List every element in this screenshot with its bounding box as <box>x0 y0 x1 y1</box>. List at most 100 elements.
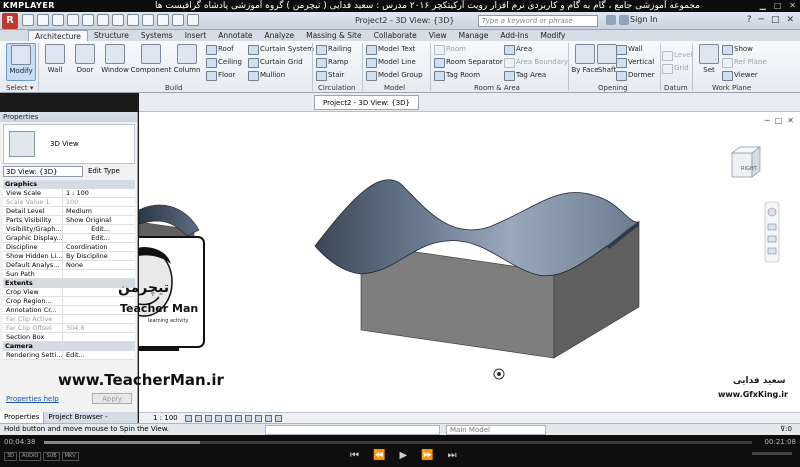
thin-lines-icon[interactable] <box>157 14 169 26</box>
dormer-button[interactable]: Dormer <box>616 69 654 81</box>
revit-close-button[interactable]: ✕ <box>786 15 794 25</box>
prop-row[interactable]: Sun Path <box>3 270 135 279</box>
model-canvas[interactable] <box>78 112 800 412</box>
workset-dropdown[interactable] <box>265 425 440 435</box>
ceiling-button[interactable]: Ceiling <box>206 56 242 68</box>
view-tab[interactable]: Project2 - 3D View: {3D} <box>314 95 420 110</box>
tab-collaborate[interactable]: Collaborate <box>368 30 423 41</box>
room-separator-button[interactable]: Room Separator <box>434 56 503 68</box>
room-button[interactable]: Room <box>434 43 466 55</box>
section-camera[interactable]: Camera <box>3 342 135 351</box>
select-dropdown[interactable]: Select ▾ <box>6 84 33 93</box>
prop-row[interactable]: Crop View <box>3 288 135 297</box>
viewport-close[interactable]: ✕ <box>787 116 794 125</box>
roof-button[interactable]: Roof <box>206 43 234 55</box>
area-boundary-button[interactable]: Area Boundary <box>504 56 568 68</box>
viewer-button[interactable]: Viewer <box>722 69 758 81</box>
tab-analyze[interactable]: Analyze <box>259 30 301 41</box>
edit-type-button[interactable]: Edit Type <box>88 166 120 177</box>
volume-slider[interactable] <box>752 452 792 455</box>
sign-in-button[interactable]: Sign In <box>630 15 657 24</box>
print-icon[interactable] <box>82 14 94 26</box>
tab-properties[interactable]: Properties <box>0 412 45 423</box>
viewport-minimize[interactable]: ─ <box>765 116 770 125</box>
type-selector[interactable]: 3D View <box>3 124 135 164</box>
search-input[interactable]: Type a keyword or phrase <box>478 15 598 27</box>
undo-icon[interactable] <box>52 14 64 26</box>
prop-row[interactable]: Rendering Setti... Edit... <box>3 351 135 360</box>
section-icon[interactable] <box>142 14 154 26</box>
vertical-button[interactable]: Vertical <box>616 56 654 68</box>
next-icon[interactable]: ⏭ <box>448 450 457 461</box>
open-icon[interactable] <box>22 14 34 26</box>
prop-row[interactable]: Graphic Display... Edit... <box>3 234 135 243</box>
tab-structure[interactable]: Structure <box>88 30 135 41</box>
close-button[interactable]: ✕ <box>789 0 796 12</box>
railing-button[interactable]: Railing <box>316 43 352 55</box>
window-button[interactable]: Window <box>100 43 130 81</box>
save-icon[interactable] <box>37 14 49 26</box>
prop-row[interactable]: Default Analys... None <box>3 261 135 270</box>
application-menu-button[interactable]: R <box>2 13 18 29</box>
prop-row[interactable]: View Scale 1 : 100 <box>3 189 135 198</box>
tab-annotate[interactable]: Annotate <box>212 30 258 41</box>
section-graphics[interactable]: Graphics <box>3 180 135 189</box>
temp-hide-icon[interactable] <box>265 415 272 422</box>
tab-architecture[interactable]: Architecture <box>28 30 88 41</box>
subscription-icon[interactable] <box>619 15 629 25</box>
selection-filter[interactable]: ⊽:0 <box>780 424 792 435</box>
reveal-hidden-icon[interactable] <box>275 415 282 422</box>
viewcube[interactable] <box>730 146 762 178</box>
opening-wall-button[interactable]: Wall <box>616 43 643 55</box>
tag-area-button[interactable]: Tag Area <box>504 69 546 81</box>
column-button[interactable]: Column <box>172 43 202 81</box>
view-instance-dropdown[interactable]: 3D View: {3D} <box>3 166 83 177</box>
tab-add-ins[interactable]: Add-Ins <box>494 30 534 41</box>
3d-viewport[interactable] <box>78 112 800 412</box>
prop-row[interactable]: Discipline Coordination <box>3 243 135 252</box>
floor-button[interactable]: Floor <box>206 69 235 81</box>
fast-forward-icon[interactable]: ⏩ <box>421 450 433 461</box>
prop-row[interactable]: Section Box <box>3 333 135 342</box>
level-button[interactable]: Level <box>662 49 692 61</box>
component-button[interactable]: Component <box>130 43 172 81</box>
play-icon[interactable]: ▶ <box>399 450 407 461</box>
ref-plane-button[interactable]: Ref Plane <box>722 56 767 68</box>
sun-path-icon[interactable] <box>205 415 212 422</box>
model-text-button[interactable]: Model Text <box>366 43 415 55</box>
set-work-plane-button[interactable]: Set <box>694 43 724 81</box>
prop-row[interactable]: Parts Visibility Show Original <box>3 216 135 225</box>
prop-row[interactable]: Visibility/Graph... Edit... <box>3 225 135 234</box>
tab-project-browser[interactable]: Project Browser - Project2 <box>44 412 138 432</box>
tag-sub[interactable]: SUB <box>43 452 60 461</box>
tag-audio[interactable]: AUDIO <box>19 452 42 461</box>
viewport-restore[interactable]: □ <box>775 116 783 125</box>
apply-button[interactable]: Apply <box>92 393 132 404</box>
redo-icon[interactable] <box>67 14 79 26</box>
crop-view-icon[interactable] <box>235 415 242 422</box>
grid-button[interactable]: Grid <box>662 62 689 74</box>
revit-minimize-button[interactable]: ─ <box>759 15 764 25</box>
minimize-button[interactable]: ▁ <box>760 0 766 12</box>
prop-row[interactable]: Detail Level Medium <box>3 207 135 216</box>
model-line-button[interactable]: Model Line <box>366 56 416 68</box>
close-hidden-icon[interactable] <box>172 14 184 26</box>
modify-button[interactable]: Modify <box>6 43 36 81</box>
lock-view-icon[interactable] <box>255 415 262 422</box>
help-button[interactable]: ? <box>747 15 752 25</box>
shadows-icon[interactable] <box>215 415 222 422</box>
section-extents[interactable]: Extents <box>3 279 135 288</box>
properties-help-link[interactable]: Properties help <box>6 395 59 403</box>
3d-view-icon[interactable] <box>127 14 139 26</box>
crop-region-icon[interactable] <box>245 415 252 422</box>
main-building[interactable] <box>314 179 641 359</box>
model-group-button[interactable]: Model Group <box>366 69 423 81</box>
tag-room-button[interactable]: Tag Room <box>434 69 480 81</box>
tab-modify[interactable]: Modify <box>535 30 572 41</box>
previous-icon[interactable]: ⏮ <box>350 450 359 461</box>
curtain-grid-button[interactable]: Curtain Grid <box>248 56 303 68</box>
curtain-system-button[interactable]: Curtain System <box>248 43 314 55</box>
prop-row[interactable]: Crop Region... <box>3 297 135 306</box>
show-work-plane-button[interactable]: Show <box>722 43 753 55</box>
mullion-button[interactable]: Mullion <box>248 69 285 81</box>
